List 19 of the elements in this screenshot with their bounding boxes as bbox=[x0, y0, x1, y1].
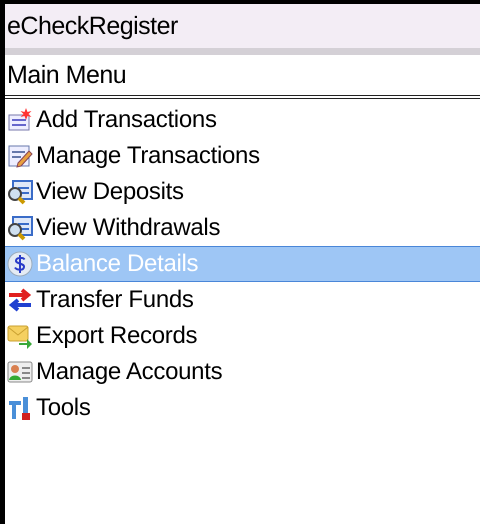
arrows-icon bbox=[7, 287, 33, 313]
menu-item[interactable]: Add Transactions bbox=[5, 102, 480, 138]
window-magnifier-icon bbox=[7, 215, 33, 241]
dollar-icon bbox=[7, 251, 33, 277]
menu-item[interactable]: View Withdrawals bbox=[5, 210, 480, 246]
document-star-icon bbox=[7, 107, 33, 133]
menu-item[interactable]: Transfer Funds bbox=[5, 282, 480, 318]
screen-title: Main Menu bbox=[7, 60, 126, 90]
menu-item[interactable]: Export Records bbox=[5, 318, 480, 354]
menu-item[interactable]: Tools bbox=[5, 390, 480, 426]
envelope-arrow-icon bbox=[7, 323, 33, 349]
window-title: eCheckRegister bbox=[7, 12, 178, 40]
menu-item[interactable]: Manage Transactions bbox=[5, 138, 480, 174]
tools-icon bbox=[7, 395, 33, 421]
window-magnifier-icon bbox=[7, 179, 33, 205]
contact-card-icon bbox=[7, 359, 33, 385]
menu-item[interactable]: View Deposits bbox=[5, 174, 480, 210]
document-pencil-icon bbox=[7, 143, 33, 169]
menu-item[interactable]: Manage Accounts bbox=[5, 354, 480, 390]
